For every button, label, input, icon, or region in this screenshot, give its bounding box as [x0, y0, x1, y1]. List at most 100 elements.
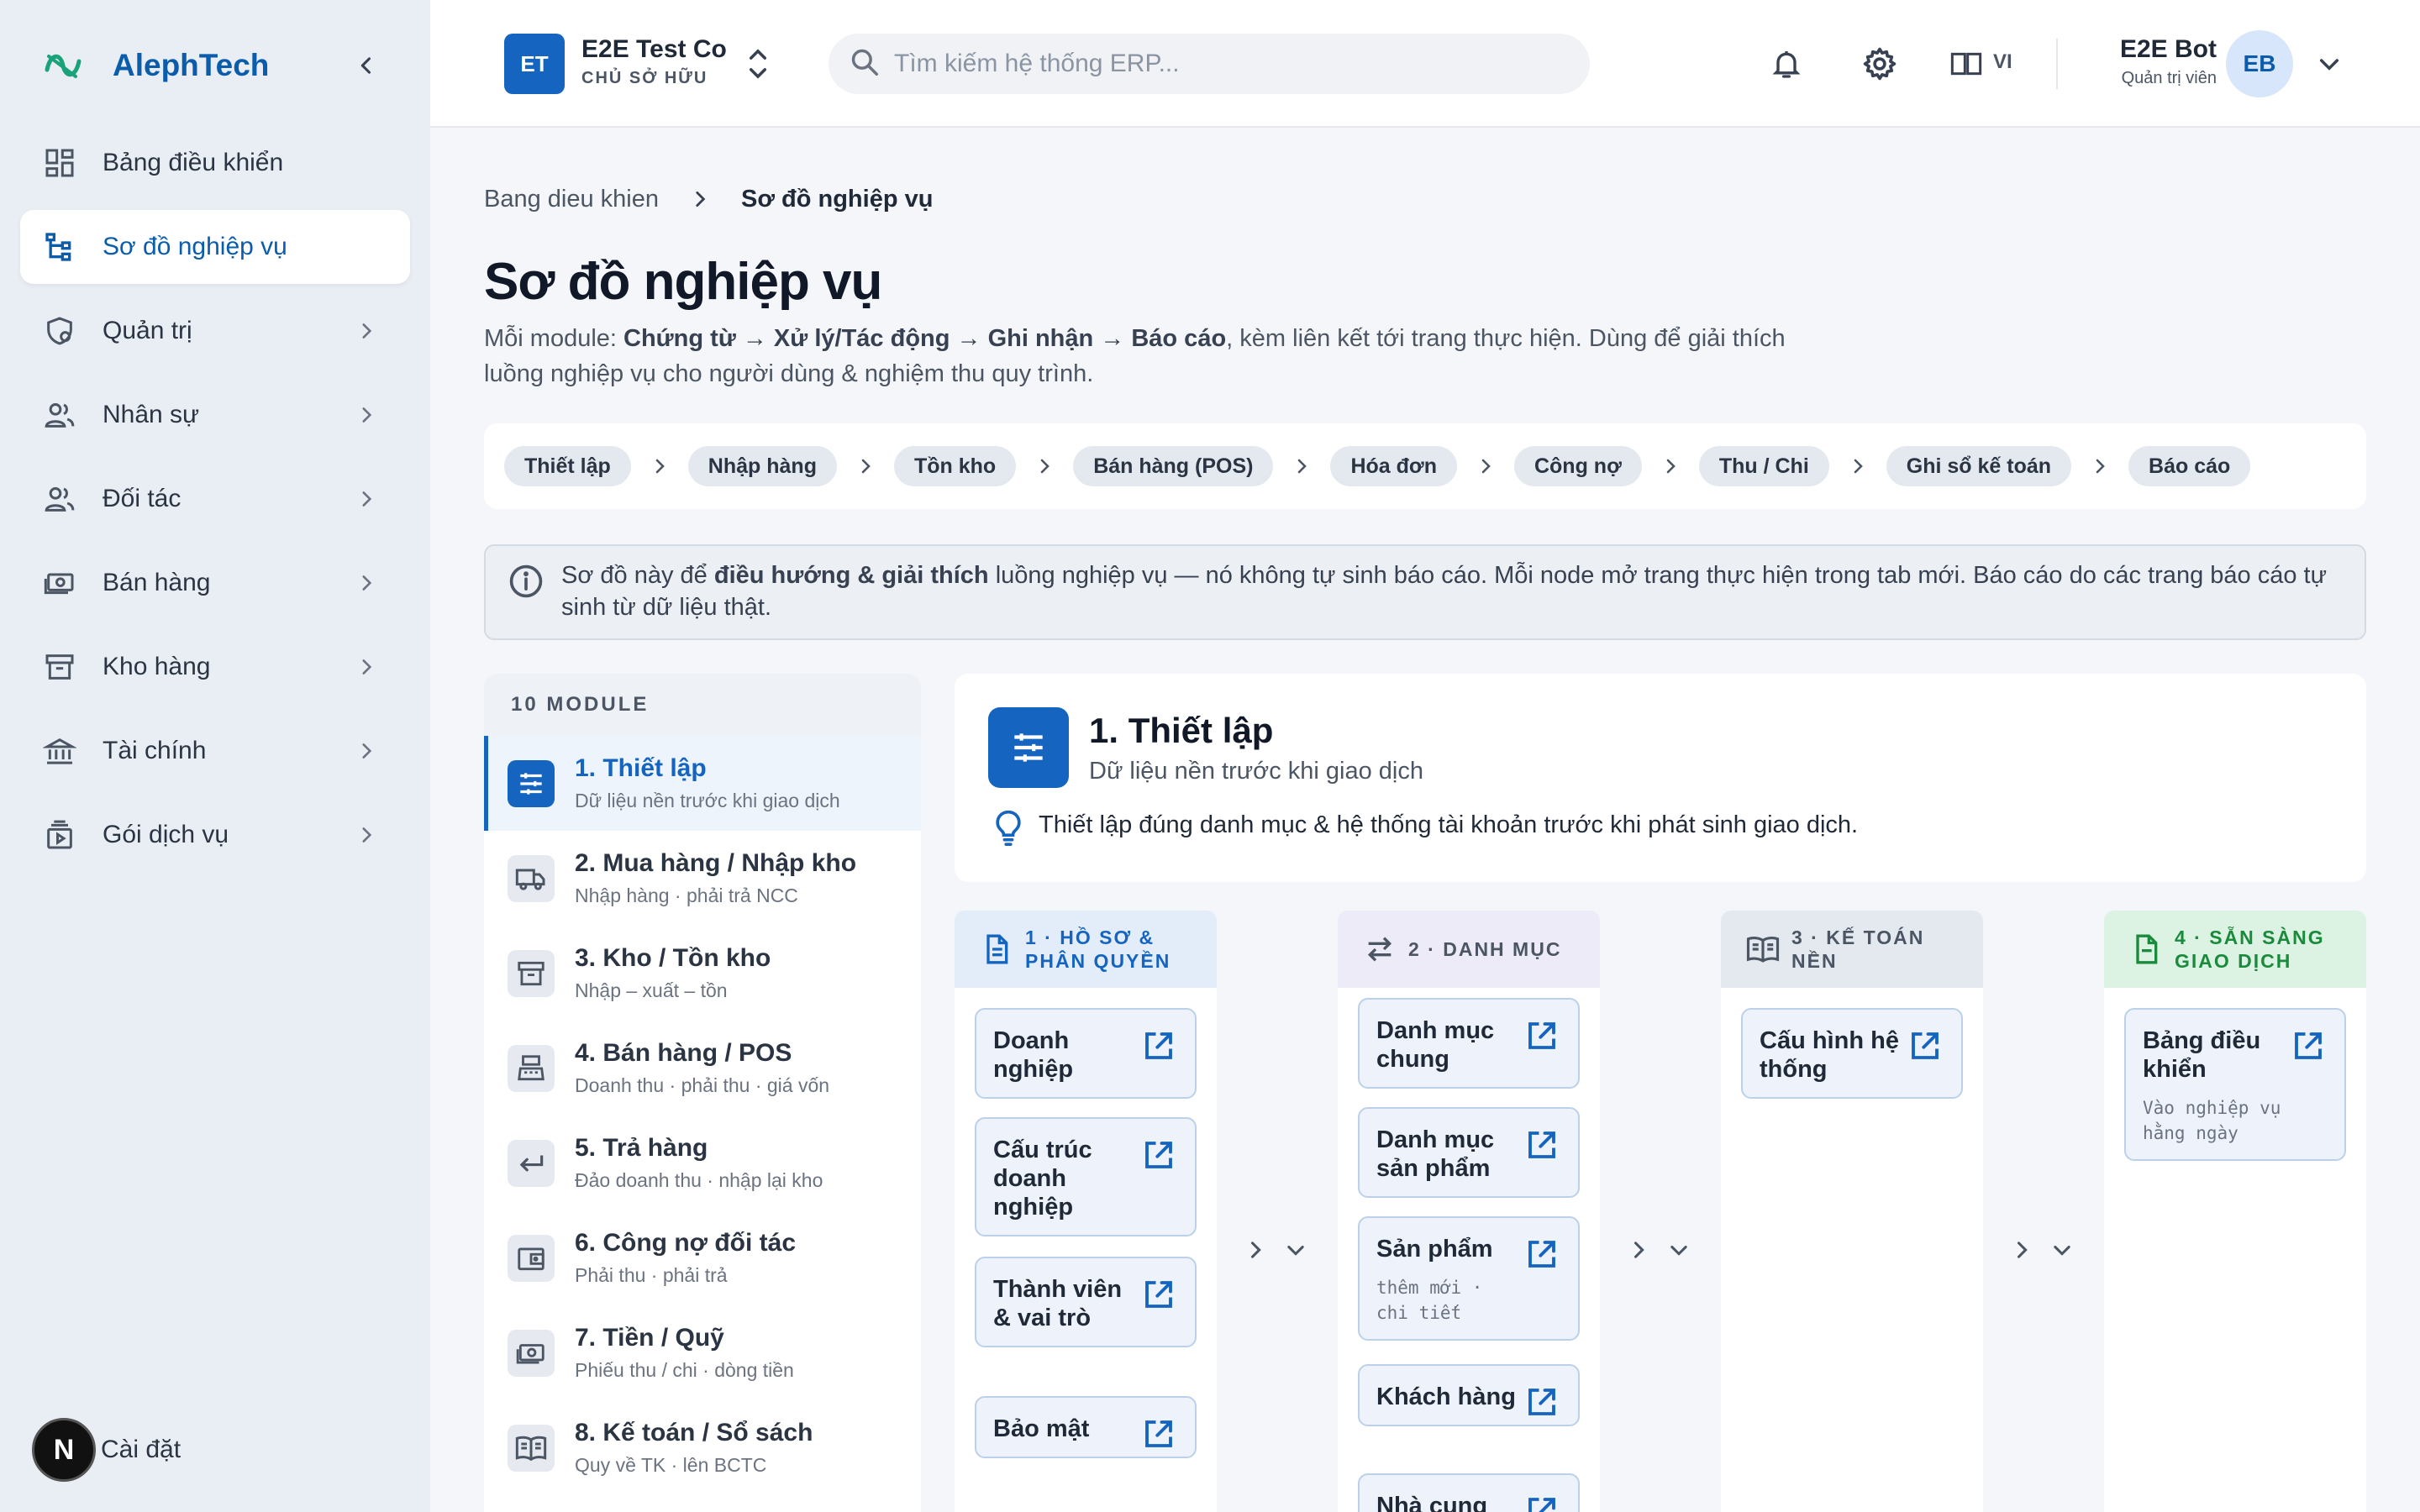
user-avatar[interactable]: EB [2226, 30, 2293, 97]
flow-step[interactable]: Nhập hàng [687, 446, 837, 486]
chevron-down-icon[interactable] [1276, 1230, 1316, 1270]
flow-step[interactable]: Thiết lập [504, 446, 631, 486]
org-name[interactable]: E2E Test Co [581, 35, 727, 64]
gear-icon[interactable] [1856, 40, 1903, 87]
breadcrumb-current: Sơ đồ nghiệp vụ [741, 185, 934, 213]
user-name[interactable]: E2E Bot [2120, 35, 2217, 64]
open-external-icon[interactable] [1907, 1028, 1943, 1063]
sidebar-item-hr[interactable]: Nhân sự [20, 378, 410, 452]
open-external-icon[interactable] [1141, 1277, 1176, 1312]
module-title: 4. Bán hàng / POS [575, 1039, 792, 1067]
sidebar-item-dashboard[interactable]: Bảng điều khiển [20, 126, 410, 200]
brand[interactable]: AlephTech [42, 42, 269, 89]
column-title: 4 · SẴN SÀNG GIAO DỊCH [2175, 927, 2325, 972]
chevron-right-icon[interactable] [1235, 1230, 1276, 1270]
chevron-down-icon[interactable] [2312, 47, 2346, 81]
module-item-returns[interactable]: 5. Trả hàng Đảo doanh thu · nhập lại kho [484, 1116, 921, 1210]
module-count: 10 MODULE [484, 674, 921, 736]
bell-icon[interactable] [1763, 40, 1810, 87]
node-title: Thành viên & vai trò [993, 1276, 1123, 1331]
column-title: 2 · DANH MỤC [1408, 938, 1562, 960]
header-divider [2056, 39, 2058, 89]
node-card[interactable]: Doanh nghiệp [975, 1008, 1197, 1099]
open-external-icon[interactable] [1524, 1384, 1560, 1420]
module-item-sales-pos[interactable]: 4. Bán hàng / POS Doanh thu · phải thu · … [484, 1021, 921, 1116]
node-title: Bảo mật [993, 1415, 1090, 1442]
node-card[interactable]: Danh mục sản phẩm [1358, 1107, 1580, 1198]
open-external-icon[interactable] [1141, 1028, 1176, 1063]
register-icon [508, 1044, 555, 1092]
breadcrumb-home-link[interactable]: Bang dieu khien [484, 186, 659, 213]
book-icon [1744, 931, 1781, 968]
node-title: Cấu hình hệ thống [1760, 1027, 1899, 1083]
open-external-icon[interactable] [1141, 1137, 1176, 1173]
sidebar-item-label: Gói dịch vụ [103, 821, 229, 848]
flow-step[interactable]: Hóa đơn [1330, 446, 1457, 486]
node-title: Bảng điều khiển [2143, 1027, 2261, 1083]
node-title: Cấu trúc doanh nghiệp [993, 1137, 1092, 1221]
org-avatar[interactable]: ET [504, 34, 565, 94]
flow-step[interactable]: Báo cáo [2128, 446, 2251, 486]
language-code[interactable]: VI [1993, 50, 2012, 74]
open-external-icon[interactable] [1524, 1236, 1560, 1272]
column-catalogs: 2 · DANH MỤC Danh mục chung Danh mục sản… [1338, 911, 1600, 1512]
user-role: Quản trị viên [2121, 69, 2217, 87]
node-card[interactable]: Cấu hình hệ thống [1741, 1008, 1963, 1099]
column-header: 4 · SẴN SÀNG GIAO DỊCH [2104, 911, 2366, 988]
search-input[interactable] [894, 50, 1549, 78]
sidebar-item-warehouse[interactable]: Kho hàng [20, 630, 410, 704]
sidebar-item-sales[interactable]: Bán hàng [20, 546, 410, 620]
open-external-icon[interactable] [2291, 1028, 2326, 1063]
open-external-icon[interactable] [1524, 1494, 1560, 1512]
node-card[interactable]: Nhà cung [1358, 1473, 1580, 1512]
search-bar[interactable] [829, 34, 1590, 94]
chevron-down-icon[interactable] [1659, 1230, 1699, 1270]
sidebar-item-admin[interactable]: Quản trị [20, 294, 410, 368]
settings-label: Cài đặt [101, 1436, 182, 1463]
module-title: 2. Mua hàng / Nhập kho [575, 849, 857, 877]
node-title: Khách hàng [1376, 1383, 1516, 1410]
node-card[interactable]: Sản phẩm thêm mới · chi tiết [1358, 1216, 1580, 1341]
sidebar-collapse-chevron-left-icon[interactable] [351, 47, 381, 84]
module-item-purchasing[interactable]: 2. Mua hàng / Nhập kho Nhập hàng · phải t… [484, 831, 921, 926]
node-card[interactable]: Khách hàng [1358, 1364, 1580, 1426]
chevron-right-icon [351, 484, 381, 514]
flow-step[interactable]: Tồn kho [893, 446, 1017, 486]
devtools-badge[interactable]: N [32, 1418, 96, 1482]
node-card[interactable]: Bảng điều khiển Vào nghiệp vụ hằng ngày [2124, 1008, 2346, 1161]
sidebar-settings[interactable]: N Cài đặt [32, 1418, 181, 1482]
flow-step[interactable]: Ghi sổ kế toán [1886, 446, 2072, 486]
module-item-accounting[interactable]: 8. Kế toán / Sổ sách Quy về TK · lên BCTC [484, 1400, 921, 1495]
module-item-partner-debt[interactable]: 6. Công nợ đối tác Phải thu · phải trả [484, 1210, 921, 1305]
open-external-icon[interactable] [1524, 1127, 1560, 1163]
sidebar-item-finance[interactable]: Tài chính [20, 714, 410, 788]
chevron-right-icon[interactable] [2002, 1230, 2042, 1270]
org-switch-chevrons-icon[interactable] [743, 42, 773, 86]
module-item-setup[interactable]: 1. Thiết lập Dữ liệu nền trước khi giao d… [484, 736, 921, 831]
sidebar-item-partners[interactable]: Đối tác [20, 462, 410, 536]
flow-step[interactable]: Thu / Chi [1698, 446, 1829, 486]
sidebar-item-subscription[interactable]: Gói dịch vụ [20, 798, 410, 872]
open-external-icon[interactable] [1141, 1416, 1176, 1452]
module-item-inventory[interactable]: 3. Kho / Tồn kho Nhập – xuất – tồn [484, 926, 921, 1021]
brand-name: AlephTech [113, 48, 270, 82]
open-external-icon[interactable] [1524, 1018, 1560, 1053]
node-card[interactable]: Bảo mật [975, 1396, 1197, 1458]
module-subtitle: Phải thu · phải trả [575, 1264, 728, 1286]
chevron-down-icon[interactable] [2042, 1230, 2082, 1270]
module-title: 5. Trả hàng [575, 1134, 708, 1162]
sidebar-item-business-map[interactable]: Sơ đồ nghiệp vụ [20, 210, 410, 284]
module-title: 7. Tiền / Quỹ [575, 1324, 724, 1352]
chevron-right-icon [351, 820, 381, 850]
module-title: 1. Thiết lập [575, 754, 707, 782]
flow-step[interactable]: Bán hàng (POS) [1073, 446, 1274, 486]
node-card[interactable]: Thành viên & vai trò [975, 1257, 1197, 1347]
chevron-right-icon [851, 452, 880, 480]
module-item-cash-fund[interactable]: 7. Tiền / Quỹ Phiếu thu / chi · dòng tiền [484, 1305, 921, 1400]
flow-step[interactable]: Công nợ [1513, 446, 1642, 486]
chevron-right-icon[interactable] [1618, 1230, 1659, 1270]
node-card[interactable]: Cấu trúc doanh nghiệp [975, 1117, 1197, 1236]
node-card[interactable]: Danh mục chung [1358, 998, 1580, 1089]
language-flag-icon[interactable] [1943, 40, 1990, 87]
column-header: 1 · HỒ SƠ & PHÂN QUYỀN [955, 911, 1217, 988]
